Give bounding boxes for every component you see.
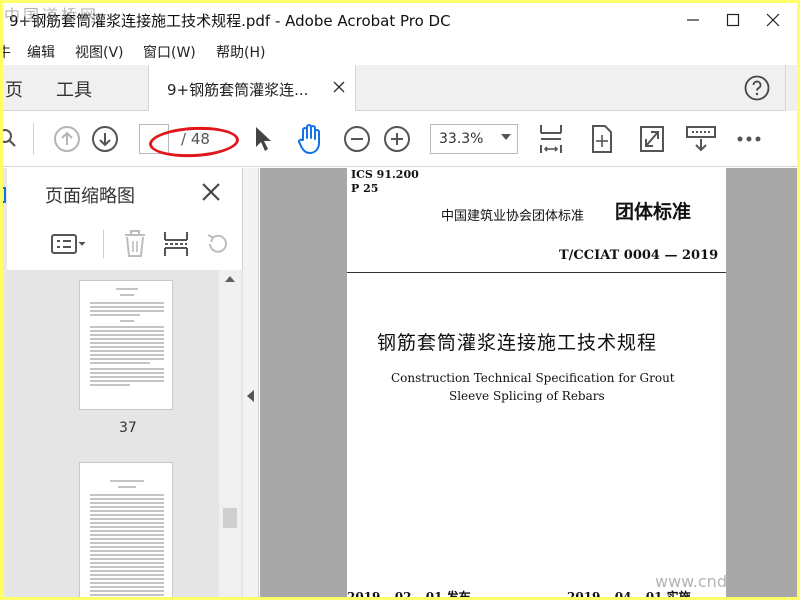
chevron-down-icon — [501, 134, 511, 140]
document-title-cn: 钢筋套筒灌浆连接施工技术规程 — [377, 332, 658, 354]
panel-splitter[interactable] — [243, 168, 259, 597]
maximize-icon — [726, 13, 740, 27]
standard-type: 团体标准 — [615, 201, 692, 223]
zoom-select[interactable]: 33.3% — [430, 124, 518, 154]
tab-tools[interactable]: 工具 — [56, 76, 92, 102]
watermark-bottom: www.cnd — [655, 572, 727, 591]
tab-row: 页 工具 9+钢筋套筒灌浆连... — [3, 65, 797, 111]
panel-toolbar — [7, 224, 243, 264]
tab-document[interactable]: 9+钢筋套筒灌浆连... — [148, 65, 356, 111]
pdf-page: ICS 91.200 P 25 中国建筑业协会团体标准 团体标准 T/CCIAT… — [347, 168, 726, 597]
toolbar-separator — [33, 123, 34, 155]
delete-page-icon[interactable] — [123, 230, 147, 258]
select-arrow-icon[interactable] — [253, 125, 273, 153]
document-tab-label: 9+钢筋套筒灌浆连... — [167, 81, 309, 99]
help-icon[interactable] — [744, 75, 770, 101]
zoom-tool-icon[interactable] — [3, 128, 19, 150]
thumbnail-page-37[interactable] — [79, 280, 173, 410]
association-name: 中国建筑业协会团体标准 — [441, 209, 585, 224]
close-window-button[interactable] — [753, 7, 793, 33]
fit-width-icon[interactable] — [538, 123, 564, 155]
menu-view[interactable]: 视图(V) — [75, 42, 124, 62]
acrobat-window: 9+钢筋套筒灌浆连接施工技术规程.pdf - Adobe Acrobat Pro… — [3, 3, 797, 597]
hand-tool-icon[interactable] — [295, 123, 325, 155]
title-bar: 9+钢筋套筒灌浆连接施工技术规程.pdf - Adobe Acrobat Pro… — [3, 3, 797, 37]
watermark-top: 中国道桥网 — [4, 6, 100, 25]
issue-date: 2019 – 02 – 01 发布 — [347, 590, 471, 597]
document-view[interactable]: ICS 91.200 P 25 中国建筑业协会团体标准 团体标准 T/CCIAT… — [260, 168, 797, 597]
minimize-icon — [687, 19, 699, 21]
thumbnail-page-number: 37 — [119, 420, 137, 436]
close-tab-icon[interactable] — [333, 78, 345, 97]
next-page-icon[interactable] — [91, 125, 119, 153]
full-screen-icon[interactable] — [639, 125, 665, 153]
tab-row-edge — [785, 65, 797, 111]
rotate-view-icon[interactable] — [589, 123, 615, 155]
scrollbar-thumb[interactable] — [223, 508, 237, 528]
zoom-value: 33.3% — [439, 131, 484, 147]
page-thumbnails-panel: 页面缩略图 37 — [7, 168, 243, 597]
panel-toolbar-separator — [103, 230, 104, 258]
menu-help[interactable]: 帮助(H) — [216, 42, 265, 62]
thumbnail-options-icon[interactable] — [51, 232, 87, 256]
zoom-out-icon[interactable] — [343, 125, 371, 153]
chevron-up-icon[interactable] — [225, 276, 235, 282]
thumbnail-list[interactable]: 37 — [7, 270, 243, 597]
document-title-en-line2: Sleeve Splicing of Rebars — [449, 389, 605, 403]
thumbnail-text-lines — [90, 288, 164, 386]
maximize-button[interactable] — [713, 7, 753, 33]
insert-page-icon[interactable] — [163, 230, 189, 258]
collapse-panel-icon[interactable] — [247, 390, 254, 402]
thumbnail-page-38[interactable] — [79, 462, 173, 597]
close-icon — [766, 13, 780, 27]
close-panel-icon[interactable] — [199, 180, 223, 204]
tab-home[interactable]: 页 — [5, 76, 23, 102]
thumbnail-text-lines — [90, 480, 164, 596]
more-tools-icon[interactable] — [736, 135, 762, 143]
menu-file-partial[interactable]: 牛 — [3, 42, 11, 62]
ics-code: ICS 91.200 — [351, 168, 419, 181]
toolbar: / 48 33.3% — [3, 111, 797, 167]
menu-edit[interactable]: 编辑 — [27, 42, 55, 62]
previous-page-icon[interactable] — [53, 125, 81, 153]
menu-bar: 牛 编辑 视图(V) 窗口(W) 帮助(H) — [3, 37, 797, 65]
p-code: P 25 — [351, 182, 379, 195]
keyboard-icon[interactable] — [685, 125, 717, 153]
thumbnail-scrollbar[interactable] — [219, 270, 241, 597]
menu-window[interactable]: 窗口(W) — [143, 42, 196, 62]
document-title-en-line1: Construction Technical Specification for… — [391, 371, 675, 385]
zoom-in-icon[interactable] — [383, 125, 411, 153]
header-rule — [347, 272, 726, 273]
rotate-page-icon[interactable] — [205, 232, 231, 256]
minimize-button[interactable] — [673, 7, 713, 33]
standard-number: T/CCIAT 0004 — 2019 — [559, 248, 719, 263]
panel-title: 页面缩略图 — [45, 186, 135, 207]
